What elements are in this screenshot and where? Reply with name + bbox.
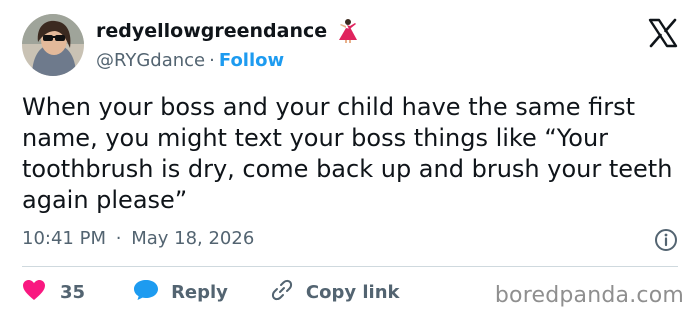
copy-link-label: Copy link bbox=[305, 282, 400, 303]
timestamp-separator: · bbox=[115, 228, 122, 249]
dancer-icon bbox=[335, 18, 359, 44]
follow-button[interactable]: Follow bbox=[219, 50, 284, 71]
tweet-text: When your boss and your child have the s… bbox=[22, 93, 673, 214]
tweet-date: May 18, 2026 bbox=[131, 228, 255, 249]
tweet-card: redyellowgreendance @RYGdance · Follow W… bbox=[0, 0, 700, 318]
reply-bubble-icon bbox=[133, 279, 159, 306]
watermark: boredpanda.com bbox=[494, 283, 684, 308]
tweet-time: 10:41 PM bbox=[22, 228, 106, 249]
info-icon[interactable] bbox=[654, 228, 678, 252]
like-count: 35 bbox=[60, 282, 86, 303]
tweet-timestamp[interactable]: 10:41 PM · May 18, 2026 bbox=[22, 228, 254, 249]
copy-link-button[interactable]: Copy link bbox=[258, 278, 400, 307]
handle[interactable]: @RYGdance bbox=[96, 50, 205, 71]
divider bbox=[22, 266, 678, 267]
action-bar: 35 Reply Copy link bbox=[22, 278, 400, 307]
avatar[interactable] bbox=[22, 14, 84, 76]
x-logo-icon[interactable] bbox=[648, 18, 678, 48]
heart-icon bbox=[22, 279, 46, 306]
handle-separator: · bbox=[209, 50, 215, 71]
name-row: redyellowgreendance bbox=[96, 18, 359, 44]
reply-label: Reply bbox=[171, 282, 228, 303]
display-name[interactable]: redyellowgreendance bbox=[96, 20, 327, 42]
handle-row: @RYGdance · Follow bbox=[96, 50, 359, 71]
link-icon bbox=[270, 278, 294, 307]
reply-button[interactable]: Reply bbox=[121, 279, 228, 306]
like-button[interactable]: 35 bbox=[22, 279, 85, 306]
author-block: redyellowgreendance @RYGdance · Follow bbox=[96, 18, 359, 71]
